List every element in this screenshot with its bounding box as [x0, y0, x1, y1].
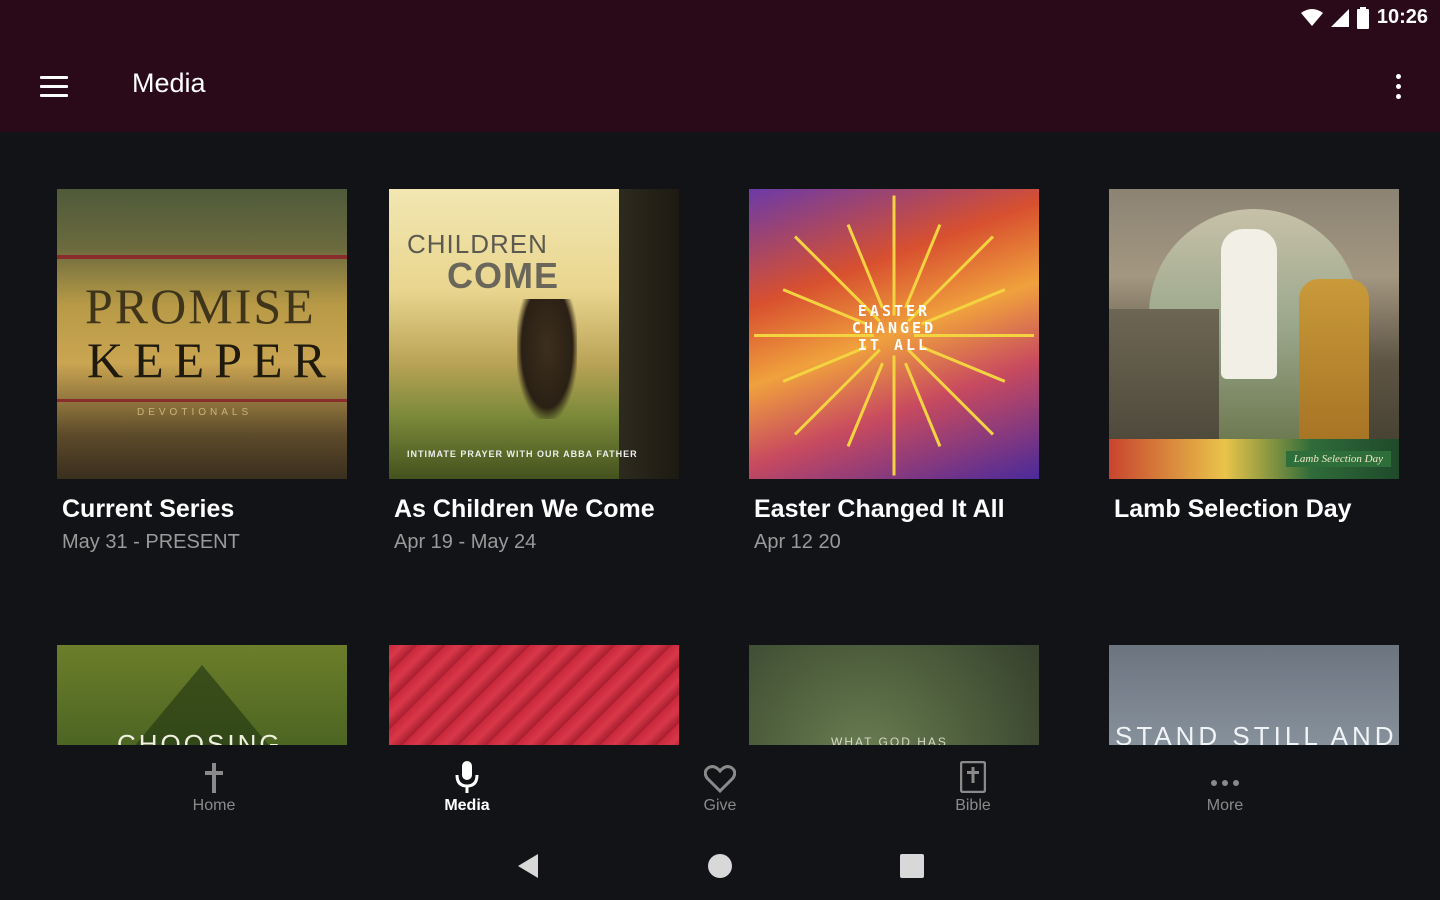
- back-icon[interactable]: [508, 849, 548, 883]
- series-date: Apr 12 20: [754, 531, 841, 553]
- status-bar: 10:26: [0, 0, 1440, 40]
- artwork-text: CHOOSING: [117, 729, 283, 745]
- series-card[interactable]: CHILDREN COME INTIMATE PRAYER WITH OUR A…: [389, 189, 679, 554]
- media-grid: PROMISE KEEPER DEVOTIONALS Current Serie…: [0, 132, 1440, 745]
- series-title[interactable]: Easter Changed It All: [754, 495, 1039, 524]
- page-title: Media: [132, 68, 206, 98]
- heart-icon: [704, 751, 736, 793]
- nav-item-media[interactable]: Media: [407, 745, 527, 835]
- nav-label: Give: [703, 797, 737, 814]
- status-icons: 10:26: [1300, 6, 1428, 29]
- series-card[interactable]: [389, 645, 679, 745]
- nav-label: More: [1206, 797, 1244, 814]
- system-navigation-bar: [0, 835, 1440, 900]
- series-card[interactable]: WHAT GOD HAS: [749, 645, 1039, 745]
- hamburger-menu-icon[interactable]: [30, 66, 78, 106]
- home-circle-icon[interactable]: [700, 849, 740, 883]
- artwork-text: EASTER CHANGED IT ALL: [851, 302, 937, 354]
- artwork-text: Lamb Selection Day: [1285, 451, 1391, 467]
- sunburst-ray: [907, 348, 995, 436]
- series-card[interactable]: EASTER CHANGED IT ALL Easter Changed It …: [749, 189, 1039, 554]
- series-card[interactable]: PROMISE KEEPER DEVOTIONALS Current Serie…: [57, 189, 347, 554]
- bottom-navigation: Home Media Give Bible More: [0, 745, 1440, 835]
- series-artwork[interactable]: CHILDREN COME INTIMATE PRAYER WITH OUR A…: [389, 189, 679, 479]
- nav-item-home[interactable]: Home: [154, 745, 274, 835]
- series-title[interactable]: As Children We Come: [394, 495, 679, 524]
- series-date: Apr 19 - May 24: [394, 531, 537, 553]
- sunburst-ray: [892, 195, 896, 316]
- app-bar: Media: [0, 40, 1440, 132]
- series-artwork[interactable]: EASTER CHANGED IT ALL: [749, 189, 1039, 479]
- cross-icon: [204, 751, 224, 793]
- artwork-text: DEVOTIONALS: [137, 407, 253, 418]
- signal-icon: [1330, 8, 1349, 27]
- artwork-text: PROMISE: [85, 278, 316, 334]
- series-title[interactable]: Lamb Selection Day: [1114, 495, 1399, 524]
- overflow-menu-icon[interactable]: [1386, 66, 1410, 106]
- nav-item-more[interactable]: More: [1165, 745, 1285, 835]
- series-artwork[interactable]: PROMISE KEEPER DEVOTIONALS: [57, 189, 347, 479]
- nav-label: Bible: [955, 797, 991, 814]
- series-artwork[interactable]: CHOOSING: [57, 645, 347, 745]
- more-dots-icon: [1210, 751, 1240, 793]
- series-artwork[interactable]: [389, 645, 679, 745]
- sunburst-ray: [892, 355, 896, 476]
- nav-item-give[interactable]: Give: [660, 745, 780, 835]
- series-card[interactable]: STAND STILL AND SEE: [1109, 645, 1399, 745]
- series-artwork[interactable]: Lamb Selection Day: [1109, 189, 1399, 479]
- series-artwork[interactable]: STAND STILL AND SEE: [1109, 645, 1399, 745]
- microphone-icon: [454, 751, 480, 793]
- wifi-icon: [1300, 8, 1323, 26]
- series-card[interactable]: Lamb Selection Day Lamb Selection Day: [1109, 189, 1399, 524]
- artwork-text: COME: [447, 255, 559, 296]
- series-title[interactable]: Current Series: [62, 495, 347, 524]
- artwork-text: STAND STILL AND SEE: [1115, 721, 1398, 745]
- recents-square-icon[interactable]: [892, 849, 932, 883]
- series-card[interactable]: CHOOSING: [57, 645, 347, 745]
- nav-label: Media: [444, 797, 490, 814]
- battery-icon: [1356, 6, 1369, 29]
- nav-label: Home: [192, 797, 236, 814]
- artwork-text: KEEPER: [87, 332, 336, 388]
- bible-icon: [960, 751, 986, 793]
- series-artwork[interactable]: WHAT GOD HAS: [749, 645, 1039, 745]
- series-date: May 31 - PRESENT: [62, 531, 240, 553]
- status-time: 10:26: [1376, 6, 1428, 28]
- artwork-text: WHAT GOD HAS: [831, 735, 948, 745]
- nav-item-bible[interactable]: Bible: [913, 745, 1033, 835]
- artwork-text: INTIMATE PRAYER WITH OUR ABBA FATHER: [407, 449, 638, 459]
